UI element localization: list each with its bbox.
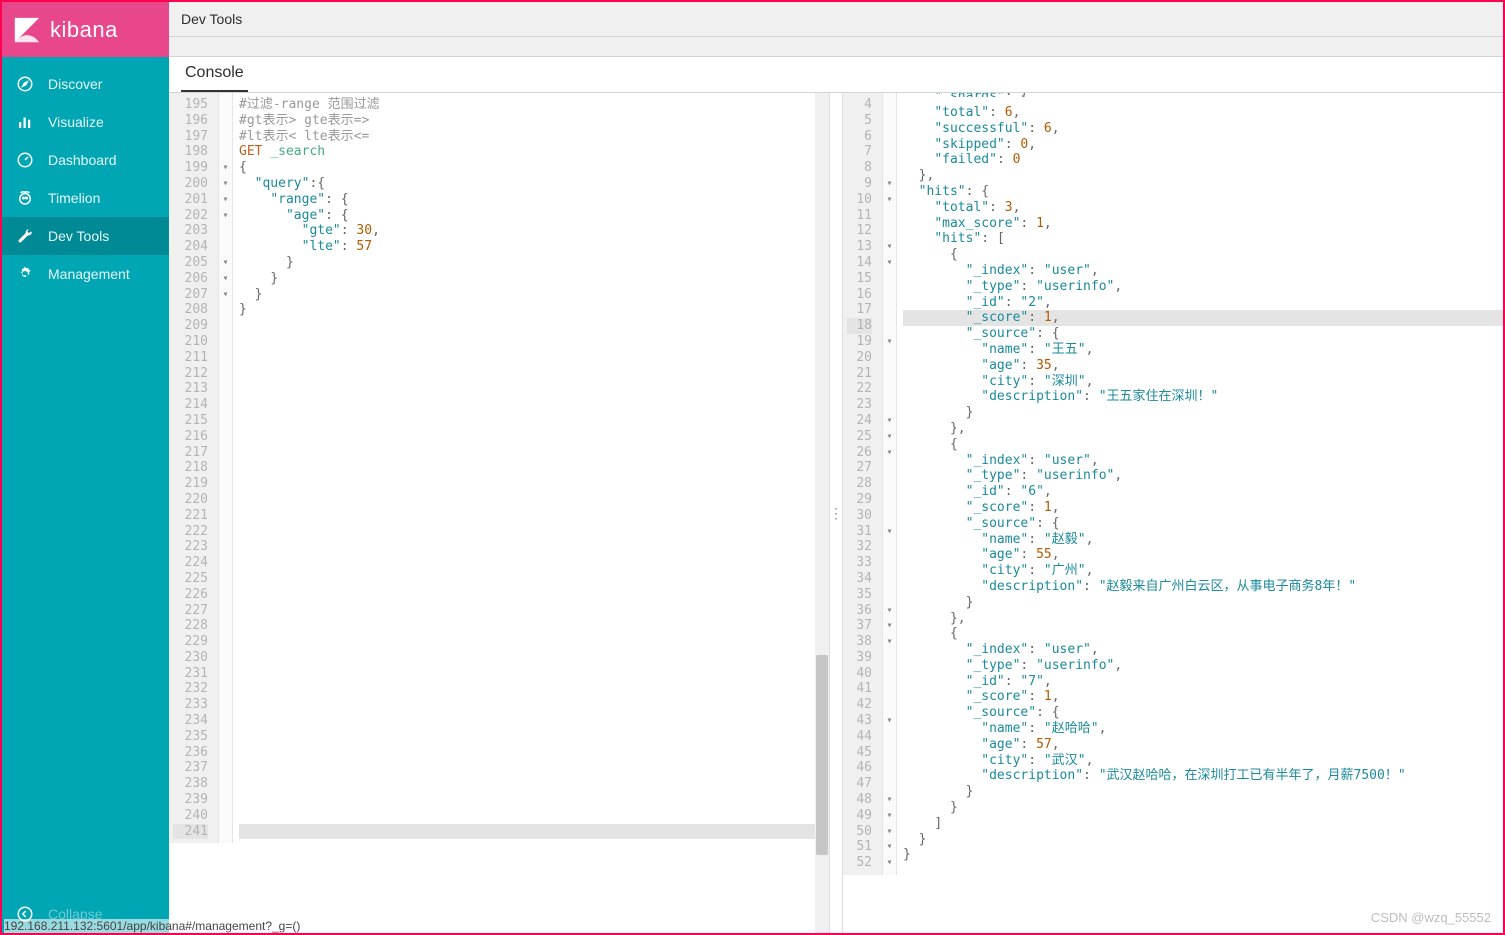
- nav-label: Dev Tools: [48, 228, 109, 244]
- sidebar-item-dev-tools[interactable]: Dev Tools: [2, 217, 169, 255]
- page-title: Dev Tools: [181, 11, 242, 27]
- response-code: "_shards": { "total": 6, "successful": 6…: [897, 93, 1503, 875]
- request-gutter: 1951961971981992002012022032042052062072…: [169, 93, 219, 843]
- brand-name: kibana: [50, 17, 118, 43]
- nav-label: Discover: [48, 76, 102, 92]
- response-gutter: 4567891011121314151617181920212223242526…: [843, 93, 883, 875]
- wrench-icon: [16, 227, 34, 245]
- main: Dev Tools Console 1951961971981992002012…: [169, 2, 1503, 933]
- bar-chart-icon: [16, 113, 34, 131]
- nav-label: Management: [48, 266, 130, 282]
- pane-splitter[interactable]: ⋮: [829, 93, 843, 933]
- nav-label: Dashboard: [48, 152, 117, 168]
- nav: Discover Visualize Dashboard Timelion De…: [2, 57, 169, 895]
- gauge-icon: [16, 151, 34, 169]
- sidebar-item-visualize[interactable]: Visualize: [2, 103, 169, 141]
- tabs: Console: [169, 57, 1503, 93]
- topbar: Dev Tools: [169, 2, 1503, 37]
- scrollbar-thumb[interactable]: [816, 655, 828, 855]
- compass-icon: [16, 75, 34, 93]
- watermark: CSDN @wzq_55552: [1371, 910, 1491, 925]
- request-code[interactable]: #过滤-range 范围过滤#gt表示> gte表示=>#lt表示< lte表示…: [233, 93, 829, 843]
- kibana-logo-icon: [12, 15, 42, 45]
- response-pane[interactable]: 4567891011121314151617181920212223242526…: [843, 93, 1503, 933]
- status-bar: 192.168.211.132:5601/app/kibana#/managem…: [4, 919, 300, 933]
- logo[interactable]: kibana: [2, 2, 169, 57]
- sidebar-item-discover[interactable]: Discover: [2, 65, 169, 103]
- sidebar-item-dashboard[interactable]: Dashboard: [2, 141, 169, 179]
- timelion-icon: [16, 189, 34, 207]
- tab-console[interactable]: Console: [181, 56, 248, 92]
- nav-label: Timelion: [48, 190, 100, 206]
- sub-toolbar: [169, 37, 1503, 57]
- sidebar-item-management[interactable]: Management: [2, 255, 169, 293]
- response-fold-gutter[interactable]: ▾▾▾▾▾▾▾▾▾▾▾▾▾▾▾▾▾▾: [883, 93, 897, 875]
- nav-label: Visualize: [48, 114, 104, 130]
- request-pane[interactable]: 1951961971981992002012022032042052062072…: [169, 93, 829, 933]
- sidebar-item-timelion[interactable]: Timelion: [2, 179, 169, 217]
- request-scrollbar[interactable]: [815, 93, 829, 933]
- gear-icon: [16, 265, 34, 283]
- request-fold-gutter[interactable]: ▾▾▾▾▾▾▾: [219, 93, 233, 843]
- sidebar: kibana Discover Visualize Dashboard Time…: [2, 2, 169, 933]
